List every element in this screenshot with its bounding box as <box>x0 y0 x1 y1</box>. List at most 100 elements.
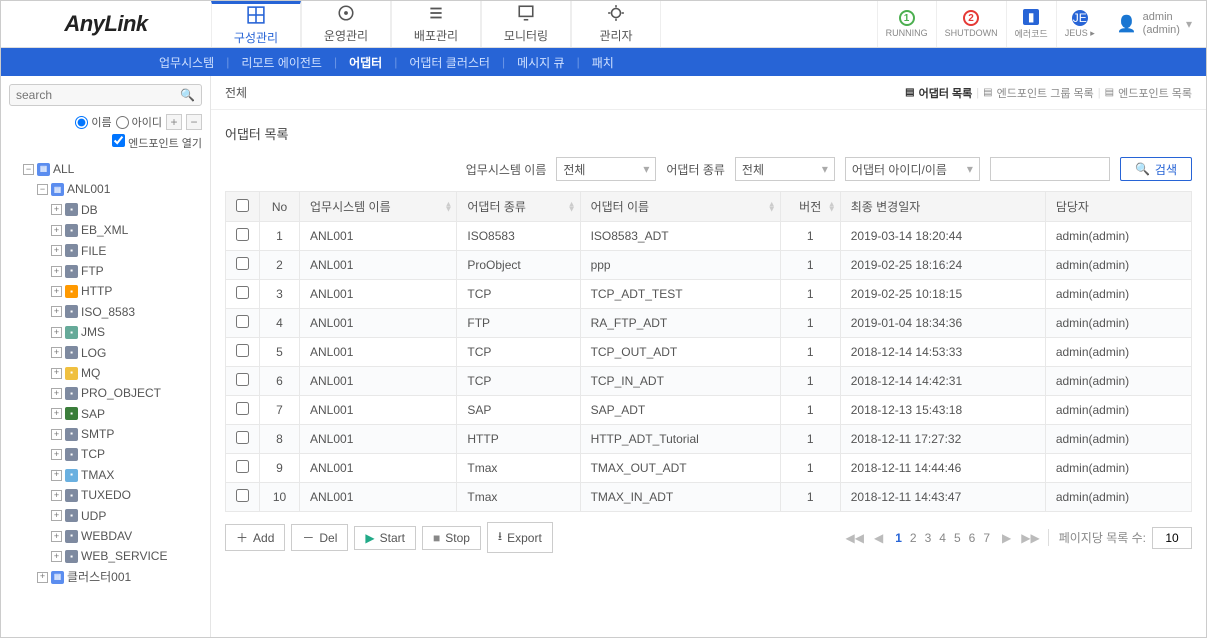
tree-collapse-button[interactable]: − <box>186 114 202 130</box>
nav-3[interactable]: 모니터링 <box>481 1 571 47</box>
user-menu[interactable]: 👤 admin (admin) ▾ <box>1103 11 1206 37</box>
select-all[interactable] <box>236 199 249 212</box>
page-prev[interactable]: ◀ <box>872 531 885 545</box>
row-check[interactable] <box>236 344 249 357</box>
status-running[interactable]: 1 RUNNING <box>877 1 936 47</box>
page-5[interactable]: 5 <box>950 531 965 545</box>
expand-icon[interactable]: + <box>51 470 62 481</box>
tree-node-webdav[interactable]: +▪WEBDAV <box>51 526 202 546</box>
filter-idname-select[interactable]: 어댑터 아이디/이름▾ <box>845 157 980 181</box>
expand-icon[interactable]: + <box>51 551 62 562</box>
col-3[interactable]: 어댑터 종류▲▼ <box>457 192 580 222</box>
radio-id[interactable]: 아이디 <box>116 114 162 130</box>
nav-0[interactable]: 구성관리 <box>211 1 301 47</box>
table-row[interactable]: 8ANL001HTTPHTTP_ADT_Tutorial12018-12-11 … <box>226 425 1192 454</box>
table-row[interactable]: 7ANL001SAPSAP_ADT12018-12-13 15:43:18adm… <box>226 396 1192 425</box>
expand-icon[interactable]: + <box>51 306 62 317</box>
subnav-2[interactable]: 어댑터 <box>341 54 390 71</box>
page-first[interactable]: ◀◀ <box>843 531 865 545</box>
start-button[interactable]: ▶Start <box>354 526 416 550</box>
nav-1[interactable]: 운영관리 <box>301 1 391 47</box>
filter-text-input[interactable] <box>990 157 1110 181</box>
page-next[interactable]: ▶ <box>1000 531 1013 545</box>
page-6[interactable]: 6 <box>965 531 980 545</box>
expand-icon[interactable]: + <box>51 429 62 440</box>
tree-node-tmax[interactable]: +▪TMAX <box>51 465 202 485</box>
page-3[interactable]: 3 <box>921 531 936 545</box>
page-1[interactable]: 1 <box>891 531 906 545</box>
row-check[interactable] <box>236 315 249 328</box>
tree-node-file[interactable]: +▪FILE <box>51 241 202 261</box>
del-button[interactable]: －Del <box>291 524 348 551</box>
tree-node-pro_object[interactable]: +▪PRO_OBJECT <box>51 383 202 403</box>
subnav-4[interactable]: 메시지 큐 <box>509 54 573 71</box>
collapse-icon[interactable]: − <box>23 164 34 175</box>
row-check[interactable] <box>236 431 249 444</box>
expand-icon[interactable]: + <box>51 388 62 399</box>
col-4[interactable]: 어댑터 이름▲▼ <box>580 192 780 222</box>
tree-node-tcp[interactable]: +▪TCP <box>51 444 202 464</box>
tree-expand-button[interactable]: + <box>166 114 182 130</box>
row-check[interactable] <box>236 286 249 299</box>
export-button[interactable]: ⭳Export <box>487 522 553 553</box>
sort-icon[interactable]: ▲▼ <box>444 201 452 212</box>
tree-node-jms[interactable]: +▪JMS <box>51 322 202 342</box>
row-check[interactable] <box>236 460 249 473</box>
table-row[interactable]: 6ANL001TCPTCP_IN_ADT12018-12-14 14:42:31… <box>226 367 1192 396</box>
page-last[interactable]: ▶▶ <box>1019 531 1041 545</box>
col-6[interactable]: 최종 변경일자 <box>840 192 1045 222</box>
tree-node-udp[interactable]: +▪UDP <box>51 506 202 526</box>
table-row[interactable]: 5ANL001TCPTCP_OUT_ADT12018-12-14 14:53:3… <box>226 338 1192 367</box>
expand-icon[interactable]: + <box>51 204 62 215</box>
subnav-0[interactable]: 업무시스템 <box>151 54 222 71</box>
sort-icon[interactable]: ▲▼ <box>568 201 576 212</box>
col-1[interactable]: No <box>260 192 300 222</box>
tree-node-iso_8583[interactable]: +▪ISO_8583 <box>51 302 202 322</box>
expand-icon[interactable]: + <box>37 572 48 583</box>
tree-node-db[interactable]: +▪DB <box>51 200 202 220</box>
tree-node-eb_xml[interactable]: +▪EB_XML <box>51 220 202 240</box>
sort-icon[interactable]: ▲▼ <box>768 201 776 212</box>
row-check[interactable] <box>236 402 249 415</box>
tree-node-sap[interactable]: +▪SAP <box>51 404 202 424</box>
status-jeus[interactable]: JE JEUS ▸ <box>1056 1 1103 47</box>
tree-node-http[interactable]: +▪HTTP <box>51 281 202 301</box>
search-button[interactable]: 🔍검색 <box>1120 157 1192 181</box>
expand-icon[interactable]: + <box>51 510 62 521</box>
table-row[interactable]: 10ANL001TmaxTMAX_IN_ADT12018-12-11 14:43… <box>226 483 1192 512</box>
tree-node-web_service[interactable]: +▪WEB_SERVICE <box>51 546 202 566</box>
expand-icon[interactable]: + <box>51 531 62 542</box>
expand-icon[interactable]: + <box>51 286 62 297</box>
row-check[interactable] <box>236 489 249 502</box>
pagesize-input[interactable] <box>1152 527 1192 549</box>
tree-node-tuxedo[interactable]: +▪TUXEDO <box>51 485 202 505</box>
endpoint-open-check[interactable]: 엔드포인트 열기 <box>112 134 202 151</box>
filter-type-select[interactable]: 전체▾ <box>735 157 835 181</box>
col-5[interactable]: 버전▲▼ <box>780 192 840 222</box>
tree-search[interactable]: 🔍 <box>9 84 202 106</box>
tree-node-cluster[interactable]: +▦클러스터001 <box>37 567 202 587</box>
table-row[interactable]: 3ANL001TCPTCP_ADT_TEST12019-02-25 10:18:… <box>226 280 1192 309</box>
row-check[interactable] <box>236 257 249 270</box>
search-input[interactable] <box>16 88 180 102</box>
expand-icon[interactable]: + <box>51 368 62 379</box>
page-2[interactable]: 2 <box>906 531 921 545</box>
nav-2[interactable]: 배포관리 <box>391 1 481 47</box>
page-7[interactable]: 7 <box>979 531 994 545</box>
nav-4[interactable]: 관리자 <box>571 1 661 47</box>
subnav-3[interactable]: 어댑터 클러스터 <box>401 54 498 71</box>
expand-icon[interactable]: + <box>51 490 62 501</box>
expand-icon[interactable]: + <box>51 449 62 460</box>
page-4[interactable]: 4 <box>935 531 950 545</box>
search-icon[interactable]: 🔍 <box>180 88 195 102</box>
expand-icon[interactable]: + <box>51 266 62 277</box>
tree-node-log[interactable]: +▪LOG <box>51 343 202 363</box>
view-tab-2[interactable]: ▤ 엔드포인트 목록 <box>1105 85 1192 101</box>
view-tab-0[interactable]: ▤ 어댑터 목록 <box>905 85 972 101</box>
expand-icon[interactable]: + <box>51 347 62 358</box>
status-shutdown[interactable]: 2 SHUTDOWN <box>936 1 1006 47</box>
collapse-icon[interactable]: − <box>37 184 48 195</box>
subnav-5[interactable]: 패치 <box>584 54 622 71</box>
row-check[interactable] <box>236 373 249 386</box>
tree-root[interactable]: −▦ALL <box>23 159 202 179</box>
